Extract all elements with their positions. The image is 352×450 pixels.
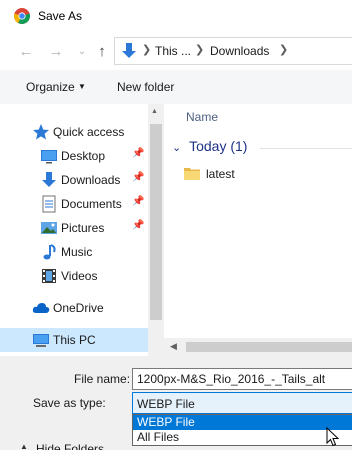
folder-icon bbox=[184, 168, 200, 180]
navigation-pane: Quick access Desktop 📌 Downloads 📌 Docum… bbox=[0, 104, 164, 356]
music-icon bbox=[43, 244, 56, 260]
save-form: File name: Save as type: WEBP File WEBP … bbox=[0, 356, 352, 450]
group-label: Today (1) bbox=[189, 138, 248, 154]
title-bar: Save As bbox=[0, 0, 352, 32]
breadcrumb-downloads[interactable]: Downloads bbox=[210, 44, 269, 58]
pin-icon[interactable]: 📌 bbox=[132, 220, 144, 231]
file-name: latest bbox=[206, 167, 235, 181]
pictures-icon bbox=[41, 222, 57, 234]
horizontal-scrollbar[interactable]: ◀ bbox=[164, 338, 352, 356]
nav-item-videos[interactable]: Videos bbox=[0, 264, 148, 288]
caret-up-icon[interactable]: ▲ bbox=[20, 442, 28, 450]
star-icon bbox=[33, 124, 49, 140]
nav-item-label: This PC bbox=[53, 333, 96, 347]
breadcrumb-this-pc[interactable]: This ... bbox=[155, 44, 191, 58]
breadcrumb-separator-icon[interactable]: ❯ bbox=[279, 43, 288, 56]
nav-item-desktop[interactable]: Desktop 📌 bbox=[0, 144, 148, 168]
desktop-icon bbox=[41, 150, 57, 164]
nav-item-music[interactable]: Music bbox=[0, 240, 148, 264]
save-as-type-select[interactable]: WEBP File bbox=[132, 392, 352, 414]
nav-item-label: Music bbox=[61, 245, 93, 259]
cloud-icon bbox=[32, 303, 50, 313]
caret-down-icon[interactable]: ▼ bbox=[78, 82, 86, 91]
breadcrumb-separator-icon[interactable]: ❯ bbox=[195, 43, 204, 56]
scroll-left-arrow-icon[interactable]: ◀ bbox=[170, 341, 177, 352]
download-arrow-icon bbox=[122, 43, 136, 58]
command-bar: Organize ▼ New folder bbox=[0, 70, 352, 104]
new-folder-button[interactable]: New folder bbox=[117, 80, 174, 94]
chevron-down-icon: ⌄ bbox=[172, 142, 182, 154]
nav-item-label: Quick access bbox=[53, 125, 125, 139]
nav-item-label: Pictures bbox=[61, 221, 105, 235]
recent-locations-chevron-icon[interactable]: ⌄ bbox=[72, 41, 92, 61]
save-as-type-label: Save as type: bbox=[33, 396, 106, 410]
pin-icon[interactable]: 📌 bbox=[132, 148, 144, 159]
chrome-icon bbox=[14, 8, 30, 24]
dropdown-option-webp[interactable]: WEBP File bbox=[133, 415, 352, 430]
documents-icon bbox=[42, 195, 56, 213]
nav-item-label: Documents bbox=[61, 197, 122, 211]
file-name-input[interactable] bbox=[132, 368, 352, 390]
scroll-up-arrow-icon[interactable]: ▲ bbox=[151, 108, 158, 115]
file-name-label: File name: bbox=[74, 372, 131, 386]
mouse-cursor-icon bbox=[326, 427, 340, 447]
file-list: Name ⌄ Today (1) latest bbox=[164, 104, 352, 356]
nav-item-label: Downloads bbox=[61, 173, 121, 187]
nav-item-quick-access[interactable]: Quick access bbox=[0, 120, 148, 144]
forward-arrow-icon[interactable]: → bbox=[46, 41, 66, 61]
organize-button[interactable]: Organize bbox=[26, 80, 75, 94]
nav-item-downloads[interactable]: Downloads 📌 bbox=[0, 168, 148, 192]
window-title: Save As bbox=[38, 9, 83, 23]
nav-scrollbar-thumb[interactable] bbox=[150, 124, 162, 320]
group-header-today[interactable]: ⌄ Today (1) bbox=[172, 138, 247, 154]
nav-item-label: Desktop bbox=[61, 149, 106, 163]
navigation-bar: ← → ⌄ ↑ ❯ This ... ❯ Downloads ❯ bbox=[0, 32, 352, 70]
download-icon bbox=[42, 172, 56, 187]
type-dropdown-list: WEBP File All Files bbox=[132, 414, 352, 446]
selected-type: WEBP File bbox=[137, 397, 195, 411]
nav-item-pictures[interactable]: Pictures 📌 bbox=[0, 216, 148, 240]
address-bar[interactable]: ❯ This ... ❯ Downloads ❯ bbox=[114, 37, 352, 65]
computer-icon bbox=[33, 334, 49, 347]
horizontal-scrollbar-thumb[interactable] bbox=[186, 342, 352, 352]
nav-item-label: OneDrive bbox=[53, 301, 104, 315]
nav-item-documents[interactable]: Documents 📌 bbox=[0, 192, 148, 216]
pin-icon[interactable]: 📌 bbox=[132, 196, 144, 207]
hide-folders-button[interactable]: Hide Folders bbox=[36, 442, 104, 450]
nav-item-label: Videos bbox=[61, 269, 98, 283]
dropdown-option-all-files[interactable]: All Files bbox=[133, 430, 352, 445]
videos-icon bbox=[42, 269, 56, 283]
up-arrow-icon[interactable]: ↑ bbox=[92, 41, 112, 61]
back-arrow-icon[interactable]: ← bbox=[16, 41, 36, 61]
nav-item-this-pc[interactable]: This PC bbox=[0, 328, 148, 352]
breadcrumb-separator-icon[interactable]: ❯ bbox=[142, 43, 151, 56]
group-divider bbox=[260, 148, 352, 149]
pin-icon[interactable]: 📌 bbox=[132, 172, 144, 183]
nav-item-onedrive[interactable]: OneDrive bbox=[0, 296, 148, 320]
column-header-name[interactable]: Name bbox=[186, 110, 218, 124]
